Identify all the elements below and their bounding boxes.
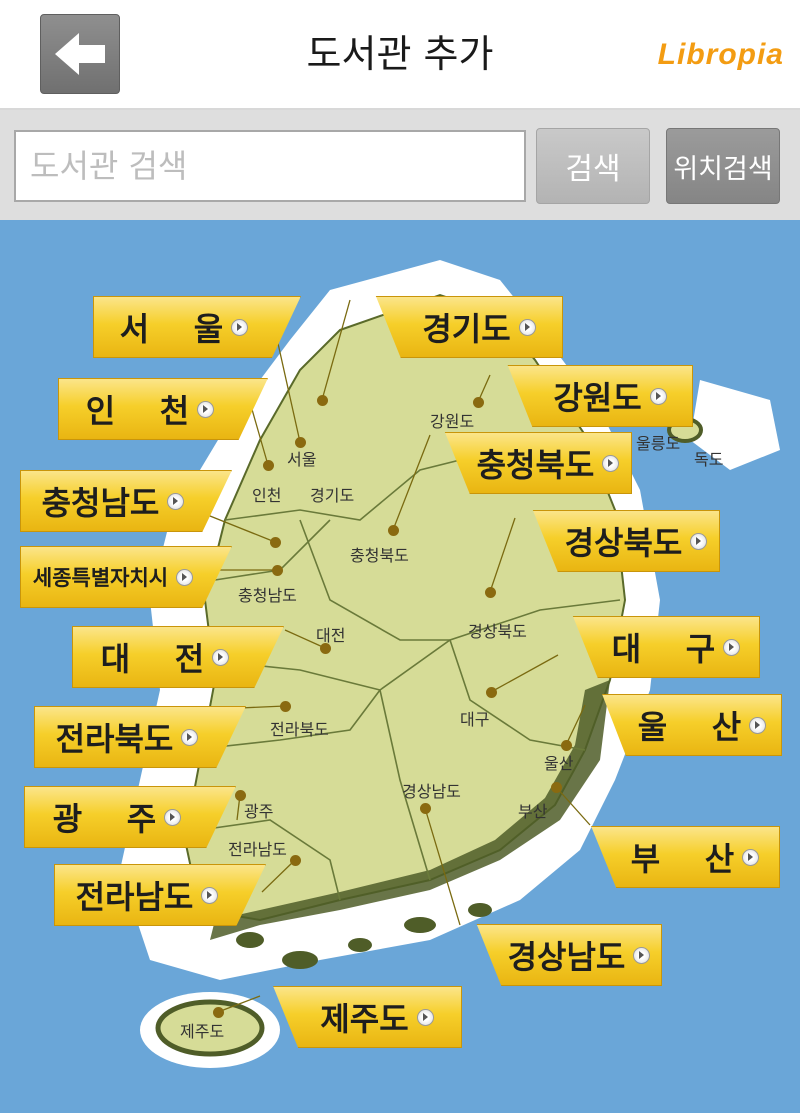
region-label: 광 주	[52, 800, 157, 838]
chevron-right-icon	[201, 886, 219, 904]
region-button-sejong[interactable]: 세종특별자치시	[20, 546, 232, 608]
arrow-left-icon	[55, 33, 105, 75]
map-label-seoul: 서울	[287, 450, 317, 469]
chevron-right-icon	[602, 454, 620, 472]
chevron-right-icon	[690, 532, 708, 550]
map-label-jeonnam: 전라남도	[228, 840, 287, 859]
map-label-gangwon: 강원도	[430, 412, 475, 431]
map-label-ulleungdo: 울릉도	[636, 434, 681, 453]
map-dot-gangwon	[473, 397, 484, 408]
chevron-right-icon	[742, 848, 760, 866]
chevron-right-icon	[416, 1008, 434, 1026]
map-dot-ulsan	[561, 740, 572, 751]
region-label: 전라북도	[55, 720, 174, 758]
map-label-chungnam: 충청남도	[238, 586, 297, 605]
chevron-right-icon	[749, 716, 767, 734]
chevron-right-icon	[197, 400, 215, 418]
region-label: 충청북도	[476, 446, 595, 484]
map-dot-daegu	[486, 687, 497, 698]
region-label: 경상남도	[507, 938, 626, 976]
region-button-jeonbuk[interactable]: 전라북도	[34, 706, 246, 768]
chevron-right-icon	[181, 728, 199, 746]
map-dot-busan	[551, 782, 562, 793]
map-dot-sejong	[272, 565, 283, 576]
chevron-right-icon	[633, 946, 651, 964]
map-label-ulsan: 울산	[544, 754, 574, 773]
map-dot-chungbuk	[388, 525, 399, 536]
map-label-daegu: 대구	[460, 710, 490, 729]
region-button-jeonnam[interactable]: 전라남도	[54, 864, 266, 926]
map-label-jeju: 제주도	[180, 1022, 225, 1041]
map-dot-gyeonggi	[317, 395, 328, 406]
map-dot-gwangju	[235, 790, 246, 801]
region-button-daejeon[interactable]: 대 전	[72, 626, 284, 688]
page-title: 도서관 추가	[306, 32, 494, 76]
map-dot-jeju	[213, 1007, 224, 1018]
map-label-jeonbuk: 전라북도	[270, 720, 329, 739]
region-button-gwangju[interactable]: 광 주	[24, 786, 236, 848]
map-dot-jeonnam	[290, 855, 301, 866]
region-button-incheon[interactable]: 인 천	[58, 378, 268, 440]
map-label-daejeon: 대전	[316, 626, 346, 645]
map-label-dokdo: 독도	[694, 450, 724, 469]
chevron-right-icon	[231, 318, 249, 336]
region-button-chungnam[interactable]: 충청남도	[20, 470, 232, 532]
map-label-gyeongnam: 경상남도	[402, 782, 461, 801]
map-dot-jeonbuk	[280, 701, 291, 712]
map-dot-daejeon	[320, 643, 331, 654]
location-search-button[interactable]: 위치검색	[666, 128, 780, 204]
map-label-gwangju: 광주	[244, 802, 274, 821]
map-dot-incheon	[263, 460, 274, 471]
map-label-gyeonggi: 경기도	[310, 486, 355, 505]
region-button-seoul[interactable]: 서 울	[93, 296, 301, 358]
search-button[interactable]: 검색	[536, 128, 650, 204]
chevron-right-icon	[649, 387, 667, 405]
chevron-right-icon	[518, 318, 536, 336]
region-label: 인 천	[85, 392, 190, 430]
search-bar: 검색 위치검색	[0, 110, 800, 220]
region-label: 세종특별자치시	[32, 566, 169, 590]
region-label: 대 전	[100, 640, 205, 678]
map-label-busan: 부산	[518, 802, 548, 821]
region-label: 충청남도	[41, 484, 160, 522]
korea-map: 서울 경기도 인천 강원도 울릉도 독도 충청북도 충청남도 대전 경상북도 대…	[0, 220, 800, 1113]
map-dot-seoul	[295, 437, 306, 448]
map-dot-gyeongnam	[420, 803, 431, 814]
region-label: 서 울	[119, 310, 224, 348]
chevron-right-icon	[164, 808, 182, 826]
libropia-logo: Libropia	[657, 38, 784, 71]
chevron-right-icon	[723, 638, 741, 656]
map-dot-gyeongbuk	[485, 587, 496, 598]
region-label: 울 산	[637, 708, 742, 746]
region-label: 전라남도	[75, 878, 194, 916]
region-label: 대 구	[611, 630, 716, 668]
map-label-chungbuk: 충청북도	[350, 546, 409, 565]
map-dot-chungnam	[270, 537, 281, 548]
app-header: 도서관 추가 Libropia	[0, 0, 800, 110]
region-label: 강원도	[553, 379, 642, 417]
chevron-right-icon	[167, 492, 185, 510]
region-label: 제주도	[320, 1000, 409, 1038]
map-label-gyeongbuk: 경상북도	[468, 622, 527, 641]
region-label: 경상북도	[564, 524, 683, 562]
region-label: 경기도	[422, 310, 511, 348]
library-search-input[interactable]	[14, 130, 526, 202]
map-label-incheon: 인천	[252, 486, 282, 505]
back-button[interactable]	[40, 14, 120, 94]
chevron-right-icon	[212, 648, 230, 666]
chevron-right-icon	[176, 568, 194, 586]
region-label: 부 산	[630, 840, 735, 878]
